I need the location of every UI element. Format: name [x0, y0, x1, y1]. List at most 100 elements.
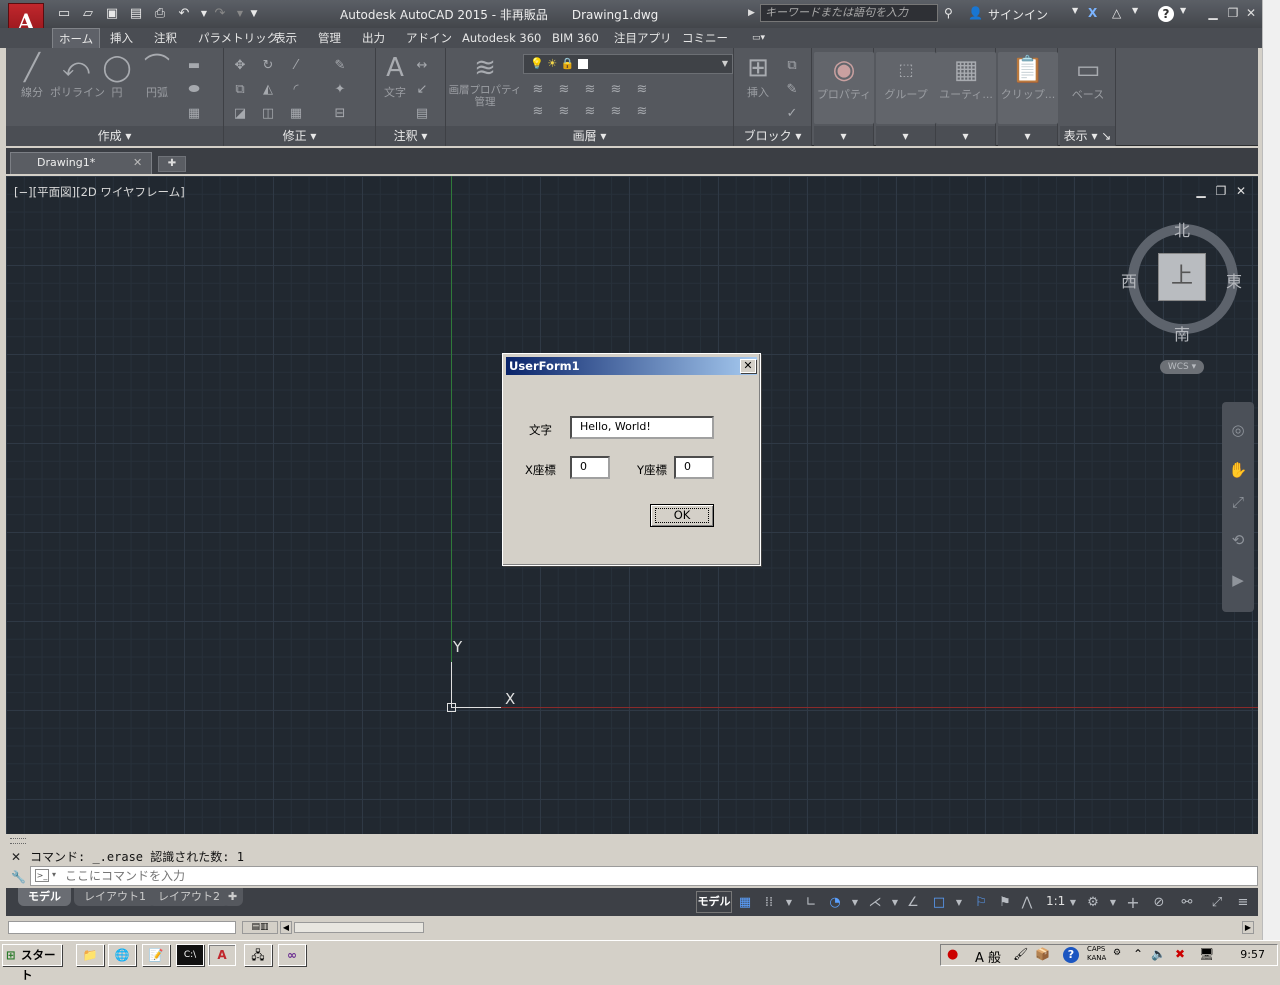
exchange-apps-icon[interactable]: X: [1088, 6, 1097, 20]
compass-east[interactable]: 東: [1226, 268, 1242, 292]
arc-tool[interactable]: ⌒ 円弧: [140, 52, 174, 100]
array-icon[interactable]: ▦: [288, 106, 304, 122]
utilities-tool[interactable]: ▦ ユーティ...: [938, 54, 994, 102]
ime-tool-icon[interactable]: 🖌: [1013, 947, 1028, 961]
signin-link[interactable]: サインイン: [988, 6, 1048, 23]
visual-studio-task-icon[interactable]: ∞: [278, 944, 306, 966]
panel-clipboard-expander[interactable]: ▾: [998, 126, 1057, 146]
save-as-icon[interactable]: ▤: [128, 6, 144, 22]
outer-vertical-scrollbar[interactable]: [1262, 0, 1280, 940]
tab-bim360[interactable]: BIM 360: [546, 28, 605, 48]
x-coordinate-input[interactable]: 0: [570, 456, 610, 479]
command-grip-icon[interactable]: [10, 838, 26, 844]
display-icon[interactable]: 🖥: [1199, 947, 1214, 961]
network-status-icon[interactable]: ✖: [1175, 947, 1185, 961]
layout-tab-layout2[interactable]: レイアウト2: [148, 888, 230, 906]
layer-tool-2-icon[interactable]: ≋: [556, 82, 572, 98]
redo-icon[interactable]: ↷: [212, 6, 228, 22]
clock[interactable]: 9:57: [1240, 948, 1265, 961]
edit-block-icon[interactable]: ✎: [784, 82, 800, 98]
annotation-visibility-icon[interactable]: ⚐: [972, 894, 990, 912]
compass-north[interactable]: 北: [1174, 217, 1190, 241]
search-expand-icon[interactable]: ▶: [748, 8, 755, 18]
groups-tool[interactable]: ⬚ グループ: [878, 54, 934, 102]
erase-icon[interactable]: ✎: [332, 58, 348, 74]
command-prompt-icon[interactable]: >_: [35, 869, 49, 882]
autodesk-a360-icon[interactable]: △: [1112, 6, 1121, 20]
restore-icon[interactable]: ❐: [1226, 6, 1240, 20]
leader-icon[interactable]: ↙: [414, 82, 430, 98]
new-icon[interactable]: ▭: [56, 6, 72, 22]
zoom-extents-icon[interactable]: ⤢: [1228, 492, 1248, 512]
wcs-menu[interactable]: WCS ▾: [1160, 360, 1204, 374]
panel-modify-title[interactable]: 修正 ▾: [224, 126, 375, 146]
hardware-acceleration-icon[interactable]: ⚯: [1178, 894, 1196, 912]
panel-draw-title[interactable]: 作成 ▾: [6, 126, 223, 146]
object-snap-tracking-icon[interactable]: ∠: [904, 894, 922, 912]
polyline-tool[interactable]: ⤺ ポリライン: [50, 52, 105, 100]
ie-task-icon[interactable]: 🌐: [108, 944, 136, 966]
panel-view-title[interactable]: 表示 ▾ ↘: [1060, 126, 1115, 146]
showmotion-icon[interactable]: ▶: [1228, 570, 1248, 590]
tab-view[interactable]: 表示: [268, 28, 303, 48]
grid-icon[interactable]: ▦: [736, 894, 754, 912]
command-recent-dropdown-icon[interactable]: ▾: [52, 870, 56, 879]
customize-qat-icon[interactable]: ▼: [246, 6, 262, 22]
tab-output[interactable]: 出力: [356, 28, 391, 48]
binoculars-icon[interactable]: ⚲: [944, 6, 953, 20]
close-tab-icon[interactable]: ✕: [133, 153, 142, 173]
layer-tool-6-icon[interactable]: ≋: [530, 104, 546, 120]
base-tool[interactable]: ▭ ベース: [1062, 54, 1114, 102]
panel-annotation-title[interactable]: 注釈 ▾: [376, 126, 445, 146]
print-icon[interactable]: ⎙: [152, 6, 168, 22]
dimension-icon[interactable]: ↔: [414, 58, 430, 74]
panel-groups-expander[interactable]: ▾: [876, 126, 935, 146]
object-snap-dropdown-icon[interactable]: ▼: [950, 894, 968, 912]
line-tool[interactable]: ╱ 線分: [12, 52, 52, 100]
help-icon[interactable]: ?: [1158, 6, 1174, 22]
notepad-task-icon[interactable]: 📝: [142, 944, 170, 966]
command-customize-icon[interactable]: 🔧: [11, 870, 26, 884]
tab-community[interactable]: コミニー: [676, 28, 734, 48]
layout-tab-model[interactable]: モデル: [18, 888, 71, 906]
ellipse-icon[interactable]: ⬬: [186, 82, 202, 98]
fillet-icon[interactable]: ◜: [288, 82, 304, 98]
compass-west[interactable]: 西: [1121, 268, 1137, 292]
ime-options-icon[interactable]: ⚙: [1113, 948, 1121, 958]
viewport-restore-icon[interactable]: ❐: [1214, 184, 1228, 198]
clean-screen-icon[interactable]: ⤢: [1208, 894, 1226, 912]
ime-dictionary-icon[interactable]: 📦: [1035, 947, 1050, 961]
polar-tracking-icon[interactable]: ◔: [826, 894, 844, 912]
snap-icon[interactable]: ⁞⁞: [760, 894, 778, 912]
copy-icon[interactable]: ⧉: [232, 82, 248, 98]
compass-south[interactable]: 南: [1174, 321, 1190, 345]
layer-tool-4-icon[interactable]: ≋: [608, 82, 624, 98]
a360-dropdown-icon[interactable]: ▼: [1132, 6, 1138, 15]
tab-featured-apps[interactable]: 注目アプリ: [608, 28, 678, 48]
undo-dropdown-icon[interactable]: ▼: [196, 6, 212, 22]
offset-icon[interactable]: ⊟: [332, 106, 348, 122]
ok-button[interactable]: OK: [650, 504, 714, 527]
help-dropdown-icon[interactable]: ▼: [1180, 6, 1186, 15]
dialog-title-bar[interactable]: UserForm1: [506, 357, 757, 375]
save-icon[interactable]: ▣: [104, 6, 120, 22]
minimize-icon[interactable]: ▁: [1206, 6, 1220, 20]
mirror-icon[interactable]: ◭: [260, 82, 276, 98]
trim-icon[interactable]: ⁄: [288, 58, 304, 74]
command-close-icon[interactable]: ✕: [11, 850, 21, 864]
y-coordinate-input[interactable]: 0: [674, 456, 714, 479]
object-snap-icon[interactable]: □: [930, 894, 948, 912]
explode-icon[interactable]: ✦: [332, 82, 348, 98]
workspace-dropdown-icon[interactable]: ▼: [1104, 894, 1122, 912]
layer-tool-3-icon[interactable]: ≋: [582, 82, 598, 98]
layer-tool-9-icon[interactable]: ≋: [608, 104, 624, 120]
ribbon-minimize-icon[interactable]: ▭▾: [746, 28, 771, 48]
snap-dropdown-icon[interactable]: ▼: [780, 894, 798, 912]
command-input-box[interactable]: >_ ▾: [30, 866, 1258, 886]
scroll-thumb[interactable]: [294, 922, 424, 933]
hatch-icon[interactable]: ▦: [186, 106, 202, 122]
layout-tab-layout1[interactable]: レイアウト1: [74, 888, 156, 906]
scroll-right-icon[interactable]: ▶: [1242, 921, 1254, 934]
layer-tool-5-icon[interactable]: ≋: [634, 82, 650, 98]
ime-mode-indicator[interactable]: A 般: [975, 947, 1001, 966]
